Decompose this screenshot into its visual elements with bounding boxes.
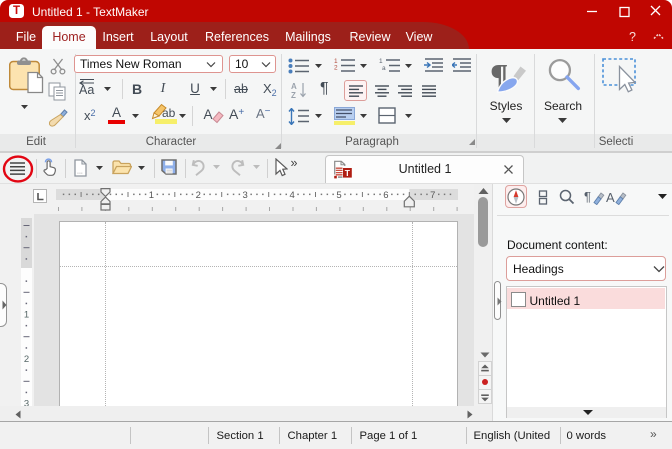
- svg-text:3: 3: [24, 399, 29, 407]
- svg-text:1: 1: [379, 58, 383, 65]
- svg-text:T: T: [345, 168, 351, 178]
- svg-text:5: 5: [336, 190, 341, 201]
- svg-text:2: 2: [334, 65, 338, 72]
- svg-text:1: 1: [149, 190, 154, 201]
- svg-text:...: ...: [77, 168, 83, 175]
- svg-text:1: 1: [24, 310, 29, 321]
- svg-text:4: 4: [289, 190, 294, 201]
- svg-text:2: 2: [196, 190, 201, 201]
- svg-text:6: 6: [383, 190, 388, 201]
- svg-text:Z: Z: [291, 91, 296, 99]
- svg-text:A: A: [291, 82, 297, 91]
- svg-text:2: 2: [24, 354, 29, 365]
- svg-text:3: 3: [243, 190, 248, 201]
- svg-text:7: 7: [430, 190, 435, 201]
- svg-text:a: a: [382, 65, 386, 72]
